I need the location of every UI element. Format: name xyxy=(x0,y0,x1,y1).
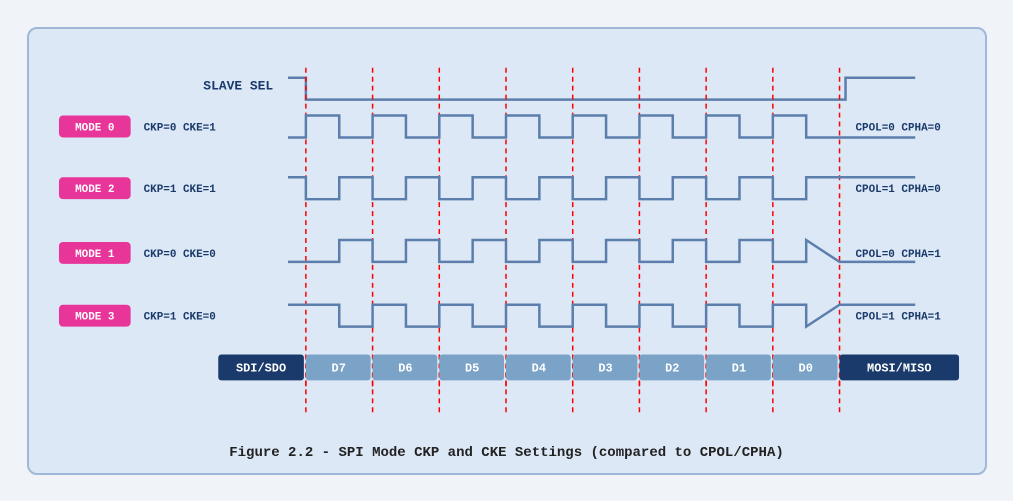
sdi-sdo-label: SDI/SDO xyxy=(235,361,285,375)
mode0-cpol-cpha: CPOL=0 CPHA=0 xyxy=(855,122,940,134)
main-container: SLAVE SEL MODE 0 CKP=0 CKE=1 CPOL=0 CP xyxy=(27,27,987,475)
d4-label: D4 xyxy=(531,361,545,375)
d2-label: D2 xyxy=(665,361,679,375)
mode3-params: CKP=1 CKE=0 xyxy=(143,311,215,323)
figure-caption: Figure 2.2 - SPI Mode CKP and CKE Settin… xyxy=(49,445,965,461)
d0-label: D0 xyxy=(798,361,812,375)
mode0-label: MODE 0 xyxy=(75,122,114,134)
mode2-label: MODE 2 xyxy=(75,184,114,196)
d6-label: D6 xyxy=(398,361,412,375)
mode2-cpol-cpha: CPOL=1 CPHA=0 xyxy=(855,184,940,196)
mode1-params: CKP=0 CKE=0 xyxy=(143,248,215,260)
mode1-label: MODE 1 xyxy=(75,248,115,260)
slave-sel-label: SLAVE SEL xyxy=(203,78,273,93)
d3-label: D3 xyxy=(598,361,612,375)
mode3-cpol-cpha: CPOL=1 CPHA=1 xyxy=(855,311,941,323)
mode0-params: CKP=0 CKE=1 xyxy=(143,122,216,134)
d1-label: D1 xyxy=(731,361,745,375)
mode2-params: CKP=1 CKE=1 xyxy=(143,184,216,196)
mode3-label: MODE 3 xyxy=(75,311,115,323)
diagram-area: SLAVE SEL MODE 0 CKP=0 CKE=1 CPOL=0 CP xyxy=(49,47,965,437)
d7-label: D7 xyxy=(331,361,345,375)
mosi-miso-label: MOSI/MISO xyxy=(867,361,931,375)
mode1-cpol-cpha: CPOL=0 CPHA=1 xyxy=(855,248,941,260)
d5-label: D5 xyxy=(464,361,478,375)
